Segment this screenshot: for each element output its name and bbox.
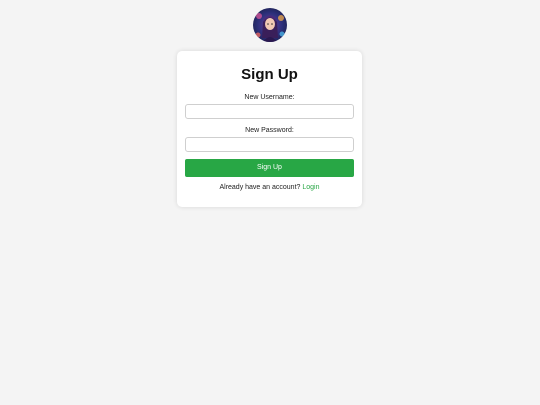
password-input[interactable]: [185, 137, 354, 152]
page-title: Sign Up: [241, 66, 298, 83]
avatar: [253, 8, 287, 42]
username-input[interactable]: [185, 104, 354, 119]
login-prompt-text: Already have an account?: [219, 184, 301, 191]
login-prompt: Already have an account? Login: [177, 183, 362, 192]
signup-button[interactable]: Sign Up: [185, 159, 354, 177]
login-link[interactable]: Login: [302, 184, 319, 191]
avatar-image: [253, 8, 287, 42]
password-label: New Password:: [245, 127, 294, 134]
signup-card: Sign Up New Username: New Password: Sign…: [177, 51, 362, 207]
username-label: New Username:: [244, 94, 295, 101]
